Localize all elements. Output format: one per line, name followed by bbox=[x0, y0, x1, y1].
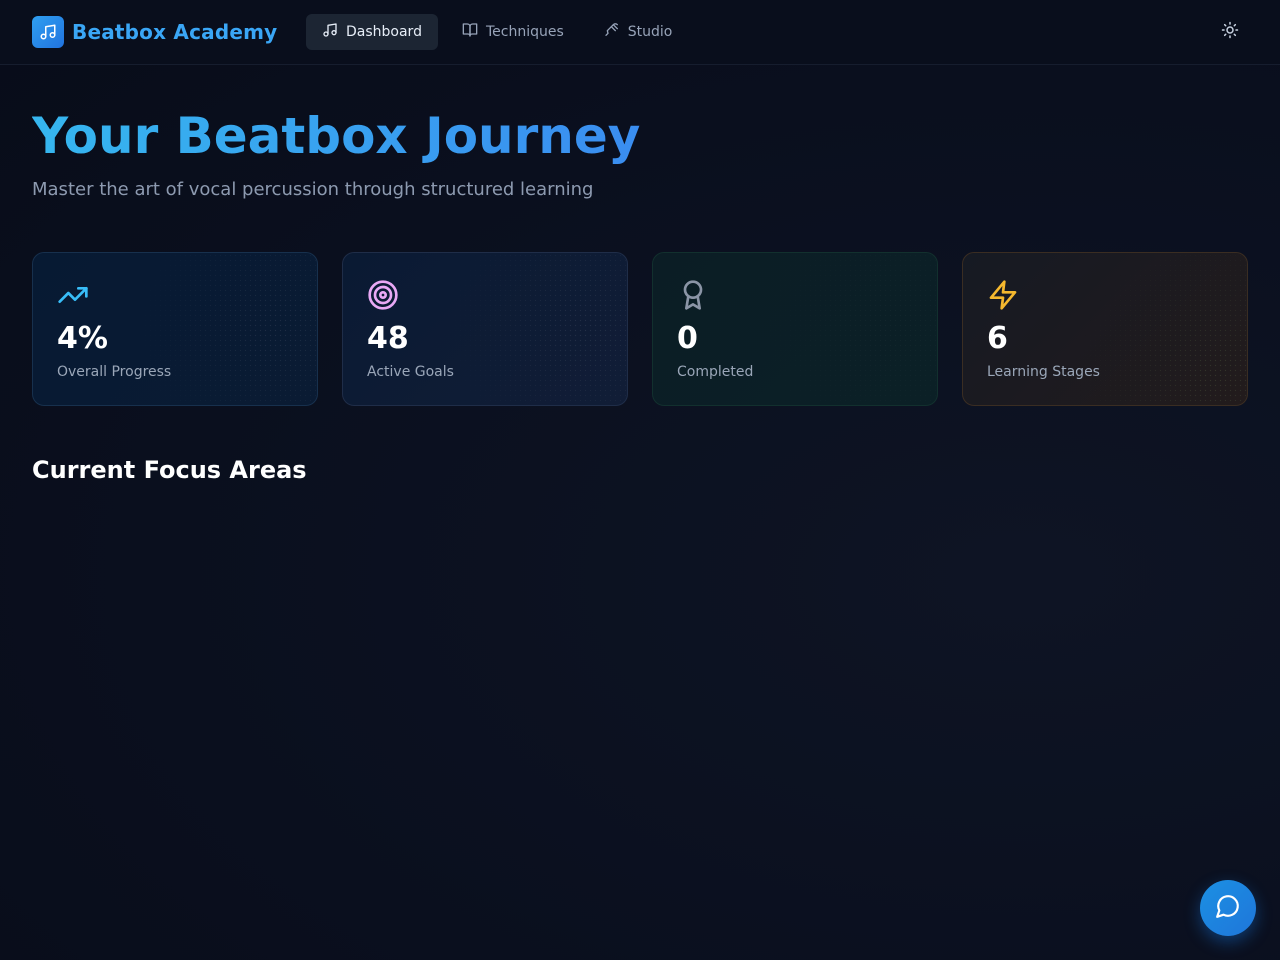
nav-item-techniques[interactable]: Techniques bbox=[446, 14, 580, 50]
brand-name: Beatbox Academy bbox=[72, 20, 278, 44]
stat-card-overall-progress: 4% Overall Progress bbox=[32, 252, 318, 406]
chat-bubble-icon bbox=[1215, 893, 1241, 923]
main-nav: Dashboard Techniques Studio bbox=[306, 14, 692, 50]
nav-item-label: Studio bbox=[627, 24, 673, 40]
chat-button[interactable] bbox=[1200, 880, 1256, 936]
stat-card-completed: 0 Completed bbox=[652, 252, 938, 406]
stat-value: 48 bbox=[367, 321, 409, 356]
trending-up-icon bbox=[57, 279, 89, 311]
stat-value: 4% bbox=[57, 321, 108, 356]
zap-icon bbox=[987, 279, 1019, 311]
stat-label: Learning Stages bbox=[987, 364, 1100, 380]
nav-item-label: Techniques bbox=[485, 24, 564, 40]
top-nav-bar: Beatbox Academy Dashboard Techniques Stu… bbox=[0, 0, 1280, 65]
stat-label: Completed bbox=[677, 364, 754, 380]
theme-toggle-button[interactable] bbox=[1214, 16, 1246, 48]
microphone-icon bbox=[604, 22, 628, 42]
music-note-icon bbox=[32, 16, 64, 48]
nav-item-label: Dashboard bbox=[346, 24, 422, 40]
page-title: Your Beatbox Journey bbox=[32, 104, 640, 168]
stat-card-learning-stages: 6 Learning Stages bbox=[962, 252, 1248, 406]
nav-item-studio[interactable]: Studio bbox=[588, 14, 689, 50]
sun-icon bbox=[1221, 21, 1239, 43]
stat-label: Active Goals bbox=[367, 364, 454, 380]
section-title-focus-areas: Current Focus Areas bbox=[32, 456, 307, 484]
nav-item-dashboard[interactable]: Dashboard bbox=[306, 14, 438, 50]
stat-value: 0 bbox=[677, 321, 698, 356]
stat-card-active-goals: 48 Active Goals bbox=[342, 252, 628, 406]
stat-value: 6 bbox=[987, 321, 1008, 356]
music-note-icon bbox=[322, 22, 346, 42]
award-icon bbox=[677, 279, 709, 311]
target-icon bbox=[367, 279, 399, 311]
brand[interactable]: Beatbox Academy bbox=[32, 16, 277, 48]
stat-label: Overall Progress bbox=[57, 364, 172, 380]
book-open-icon bbox=[462, 22, 486, 42]
page-subtitle: Master the art of vocal percussion throu… bbox=[32, 179, 594, 200]
